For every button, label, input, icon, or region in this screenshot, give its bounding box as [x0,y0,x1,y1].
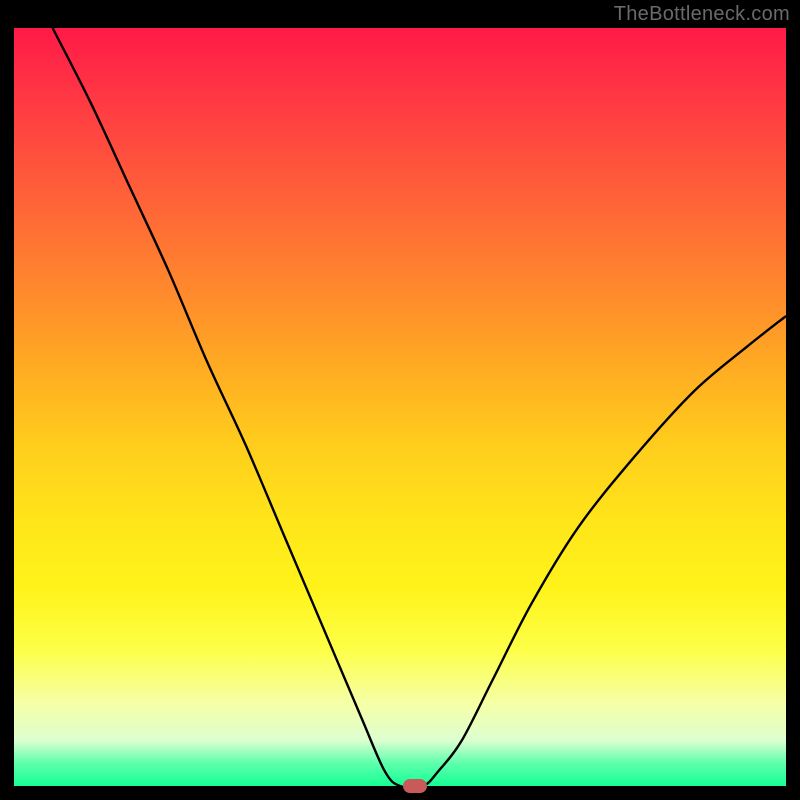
plot-area [14,28,786,786]
chart-frame: TheBottleneck.com [0,0,800,800]
bottleneck-curve [14,28,786,786]
watermark-text: TheBottleneck.com [614,3,790,26]
curve-path [53,28,786,786]
optimal-point-marker [403,779,427,793]
